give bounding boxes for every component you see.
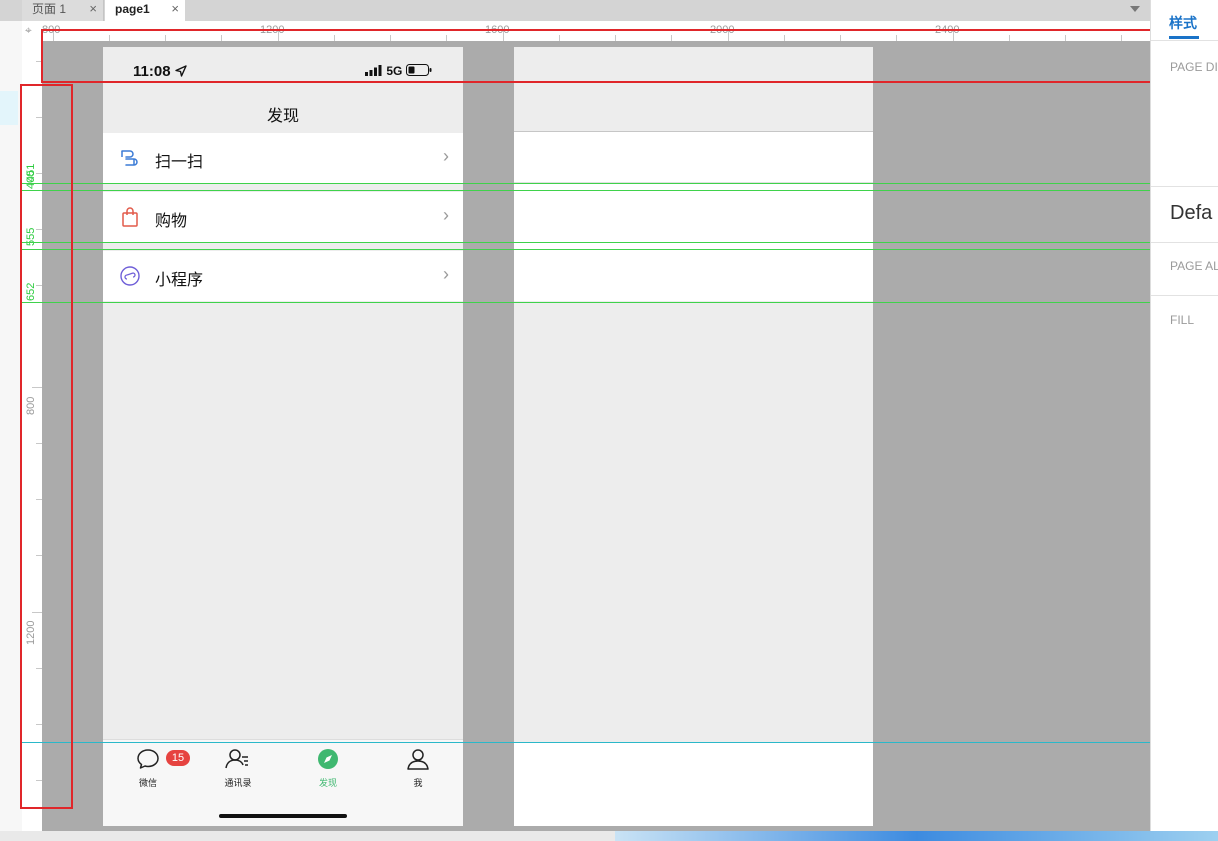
tab-discover[interactable]: 发现 (298, 748, 358, 789)
discover-icon (318, 749, 338, 769)
page-dimensions-label: PAGE DI (1170, 60, 1218, 74)
close-icon[interactable]: × (171, 0, 179, 18)
menu-item-mini-program[interactable]: 小程序 › (103, 251, 463, 301)
chat-icon (137, 749, 159, 769)
home-indicator (219, 814, 347, 818)
chevron-right-icon: › (443, 205, 449, 225)
tab-me[interactable]: 我 (388, 748, 448, 789)
taskbar-gradient (615, 831, 1218, 841)
bottom-tab-bar: 微信 15 通讯录 发现 我 (103, 739, 463, 826)
divider (1151, 40, 1218, 41)
tab-page-1[interactable]: 页面 1 × (22, 0, 104, 21)
left-panel-selection (0, 91, 18, 125)
guide-line[interactable] (22, 302, 1150, 303)
taskbar-edge (0, 831, 1218, 841)
page-title: 发现 (266, 108, 299, 125)
menu-item-label: 购物 (155, 213, 188, 230)
phone-artboard-discover[interactable]: 11:08 5G 发现 扫一扫 › 购物 › 小程序 › 微信 15 通讯录 发… (103, 47, 463, 826)
tab-style[interactable]: 样式 (1169, 13, 1197, 33)
tab-page-1-label: 页面 1 (32, 2, 67, 16)
tab-label: 我 (413, 778, 423, 788)
highlight-box-horizontal-ruler (41, 29, 1153, 83)
me-icon (407, 749, 429, 770)
unread-badge: 15 (166, 750, 190, 766)
menu-item-shopping[interactable]: 购物 › (103, 192, 463, 242)
tab-label: 通讯录 (224, 778, 252, 788)
menu-item-label: 扫一扫 (155, 154, 204, 171)
tab-label: 微信 (138, 778, 157, 788)
tab-wechat[interactable]: 微信 15 (118, 748, 190, 789)
divider (1151, 295, 1218, 296)
contacts-icon (225, 749, 248, 769)
tab-page1[interactable]: page1 × (105, 0, 185, 21)
style-name[interactable]: Defa (1170, 202, 1212, 225)
shopping-bag-icon (122, 207, 138, 227)
tab-label: 发现 (318, 778, 337, 788)
inspector-panel: 样式 PAGE DI Defa PAGE AL FILL (1150, 0, 1218, 841)
guide-line[interactable] (22, 242, 1150, 243)
fill-label: FILL (1170, 313, 1195, 327)
guide-line[interactable] (22, 190, 1150, 191)
divider (1151, 242, 1218, 243)
close-icon[interactable]: × (89, 0, 97, 18)
guide-line-cyan[interactable] (22, 742, 1150, 743)
chevron-right-icon: › (443, 264, 449, 284)
page-align-label: PAGE AL (1170, 259, 1218, 273)
chevron-right-icon: › (443, 146, 449, 166)
menu-item-scan[interactable]: 扫一扫 › (103, 133, 463, 183)
tab-contacts[interactable]: 通讯录 (208, 748, 268, 789)
active-tab-indicator (1169, 36, 1199, 39)
scan-icon (121, 150, 138, 166)
phone-artboard-blank[interactable] (514, 47, 873, 826)
mini-program-icon (120, 266, 140, 286)
menu-item-label: 小程序 (155, 272, 204, 289)
blank-body (514, 301, 873, 742)
ruler-origin-crosshair-icon[interactable]: ⌖ (25, 24, 37, 36)
guide-line[interactable] (22, 183, 1150, 184)
highlight-box-vertical-ruler (20, 84, 73, 809)
divider (1151, 186, 1218, 187)
guide-line[interactable] (22, 249, 1150, 250)
tab-page1-label: page1 (115, 2, 150, 16)
tab-overflow-chevron-icon[interactable] (1130, 6, 1140, 12)
